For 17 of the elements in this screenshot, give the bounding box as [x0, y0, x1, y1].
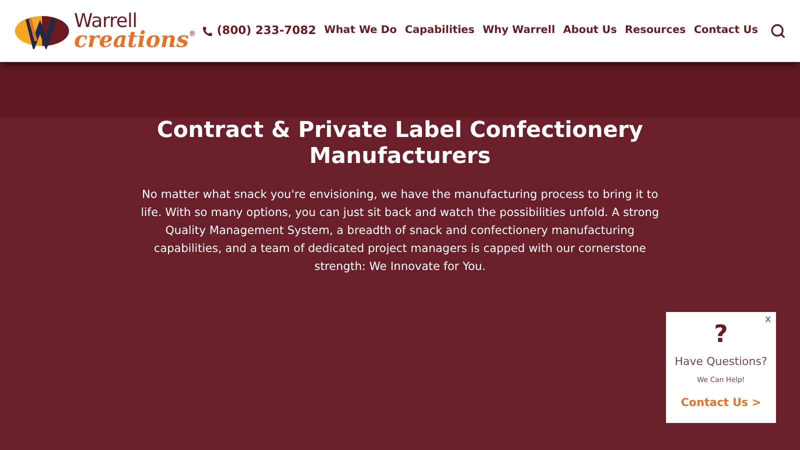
question-mark: ? — [714, 322, 728, 346]
logo-wordmark: Warrell — [74, 12, 138, 30]
hero-title: Contract & Private Label Confectionery Manufacturers — [156, 118, 644, 170]
popup-title: Have Questions? — [674, 354, 768, 370]
logo-icon — [14, 13, 70, 49]
search-icon[interactable] — [770, 23, 786, 39]
hero-text: No matter what snack you're envisioning, we have the manufacturing process to bring it to life. With so many options, you can just sit back and watch the possibilities unfold. A strong Quality Management System, a breadth of snack and confectionery manufacturing capabilities, and a team of dedicated project managers is capped with our cornerstone strength: We Innovate for You. — [140, 187, 660, 275]
logo-script: creations — [74, 28, 189, 50]
nav-link[interactable]: Capabilities — [404, 23, 475, 39]
nav-link[interactable]: Resources — [624, 23, 686, 39]
close-button[interactable]: x — [765, 312, 771, 327]
phone-icon — [202, 26, 213, 36]
nav-link[interactable]: What We Do — [324, 23, 397, 39]
phone-link[interactable]: (800) 233-7082 — [216, 22, 316, 40]
nav-link[interactable]: Why Warrell — [482, 23, 556, 39]
nav-link[interactable]: About Us — [563, 23, 617, 39]
nav-link[interactable]: Contact Us — [694, 23, 758, 39]
